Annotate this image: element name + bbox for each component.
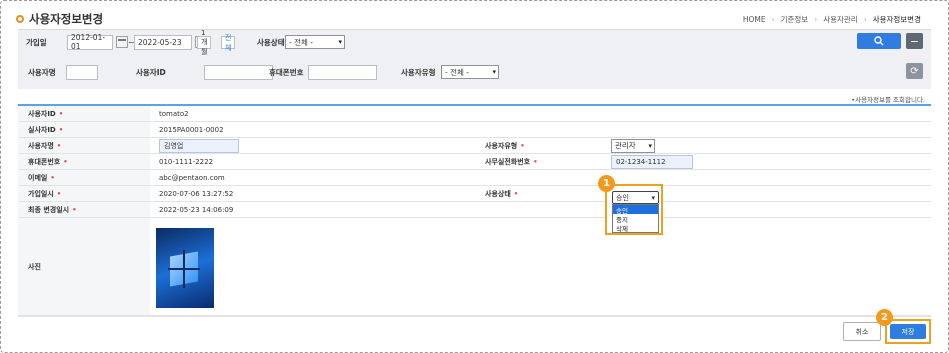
minus-icon: − <box>909 34 920 48</box>
search-button[interactable] <box>857 33 901 49</box>
emp-id-label: 실사자ID • <box>18 122 150 137</box>
page-header: 사용자정보변경 <box>16 11 103 27</box>
step-marker-1: 1 <box>598 175 615 192</box>
chevron-down-icon: ▾ <box>651 193 655 202</box>
save-button-highlight: 저장 <box>885 319 931 344</box>
breadcrumb-item[interactable]: 사용자관리 <box>823 14 858 25</box>
user-type-filter-value: - 전체 - <box>445 67 469 77</box>
join-date-value: 2020-07-06 13:27:52 <box>159 189 234 198</box>
user-type-filter-label: 사용자유형 <box>401 67 436 77</box>
row-emp-id: 실사자ID • 2015PA0001-0002 <box>18 122 931 138</box>
emp-id-value: 2015PA0001-0002 <box>159 125 224 134</box>
chevron-down-icon: ▾ <box>338 38 342 46</box>
email-value: abc@pentaon.com <box>159 173 225 182</box>
status-select[interactable]: 승인 ▾ <box>612 191 659 204</box>
cancel-button[interactable]: 취소 <box>843 322 881 341</box>
breadcrumb-separator-icon: › <box>814 15 818 24</box>
user-type-label: 사용자유형 • <box>485 141 525 150</box>
user-photo[interactable] <box>156 228 214 308</box>
office-phone-label: 사무실전화번호 • <box>485 157 538 166</box>
user-id-label: 사용자ID • <box>18 106 150 121</box>
date-from-input[interactable]: 2012-01-01 <box>67 33 113 51</box>
footer-divider <box>18 316 931 317</box>
refresh-icon: ⟳ <box>910 65 919 77</box>
title-bullet-icon <box>16 15 24 23</box>
one-month-button[interactable]: 1개월 <box>197 29 212 56</box>
status-select-value: 승인 <box>616 193 629 202</box>
mobile-label: 휴대폰번호 <box>269 67 304 77</box>
office-phone-input[interactable]: 02-1234-1112 <box>611 154 693 169</box>
refresh-button[interactable]: ⟳ <box>906 63 923 79</box>
row-name: 사용자명 • 김영업 사용자유형 • 관리자 ▾ <box>18 138 931 154</box>
date-to-input[interactable]: 2022-05-23 <box>134 34 192 50</box>
collapse-button[interactable]: − <box>906 33 923 49</box>
status-option-delete[interactable]: 삭제 <box>613 223 658 233</box>
row-email: 이메일 • abc@pentaon.com <box>18 170 931 186</box>
breadcrumb-separator-icon: › <box>863 15 867 24</box>
email-label: 이메일 • <box>18 170 150 185</box>
notice-text: •사용자정보를 조회합니다. <box>851 96 925 104</box>
name-label: 사용자명 • <box>18 138 150 153</box>
user-type-select[interactable]: 관리자 ▾ <box>611 138 655 153</box>
status-label: 사용상태 • <box>485 189 519 198</box>
status-options-list: 승인 중지 삭제 <box>612 204 659 233</box>
breadcrumb-item[interactable]: 기준정보 <box>781 14 809 25</box>
user-type-filter-select[interactable]: - 전체 - ▾ <box>441 65 499 79</box>
search-icon <box>874 36 884 46</box>
row-last-modified: 최종 변경일시 • 2022-05-23 14:06:09 <box>18 202 931 218</box>
user-name-label: 사용자명 <box>28 67 56 77</box>
mobile-value: 010-1111-2222 <box>159 157 214 166</box>
breadcrumb-current: 사용자정보변경 <box>872 15 921 24</box>
row-join-date: 가입일시 • 2020-07-06 13:27:52 사용상태 • <box>18 186 931 202</box>
user-id-value: tomato2 <box>159 109 189 118</box>
join-date-label: 가입일 <box>26 37 47 47</box>
calendar-icon[interactable] <box>116 36 128 48</box>
status-filter-select[interactable]: - 전체 - ▾ <box>285 35 345 49</box>
photo-label: 사진 <box>18 218 150 315</box>
join-date-detail-label: 가입일시 • <box>18 186 150 201</box>
status-filter-value: - 전체 - <box>289 37 313 47</box>
breadcrumb-home[interactable]: HOME <box>743 15 766 24</box>
chevron-down-icon: ▾ <box>492 68 496 76</box>
step-marker-2: 2 <box>876 309 893 326</box>
chevron-down-icon: ▾ <box>648 141 652 150</box>
status-dropdown-highlight: 승인 ▾ 승인 중지 삭제 <box>605 184 663 235</box>
last-modified-value: 2022-05-23 14:06:09 <box>159 205 234 214</box>
save-button[interactable]: 저장 <box>890 324 926 339</box>
last-modified-label: 최종 변경일시 • <box>18 202 150 217</box>
name-input[interactable]: 김영업 <box>159 138 239 153</box>
page-title: 사용자정보변경 <box>29 12 104 26</box>
user-id-label: 사용자ID <box>136 67 166 77</box>
row-photo: 사진 <box>18 218 931 316</box>
breadcrumb-separator-icon: › <box>771 15 775 24</box>
mobile-input[interactable] <box>308 64 377 80</box>
user-id-input[interactable] <box>204 64 273 80</box>
user-name-input[interactable] <box>66 64 98 80</box>
breadcrumb: HOME › 기준정보 › 사용자관리 › 사용자정보변경 <box>743 14 921 25</box>
mobile-detail-label: 휴대폰번호 • <box>18 154 150 169</box>
all-period-button[interactable]: 전체 <box>221 34 236 52</box>
status-filter-label: 사용상태 <box>257 37 285 47</box>
row-mobile: 휴대폰번호 • 010-1111-2222 사무실전화번호 • 02-1234-11… <box>18 154 931 170</box>
user-type-value: 관리자 <box>615 141 636 150</box>
row-user-id: 사용자ID • tomato2 <box>18 106 931 122</box>
search-panel: 가입일 2012-01-01 ~ 2022-05-23 1개월 전체 사용상태 … <box>18 29 931 89</box>
